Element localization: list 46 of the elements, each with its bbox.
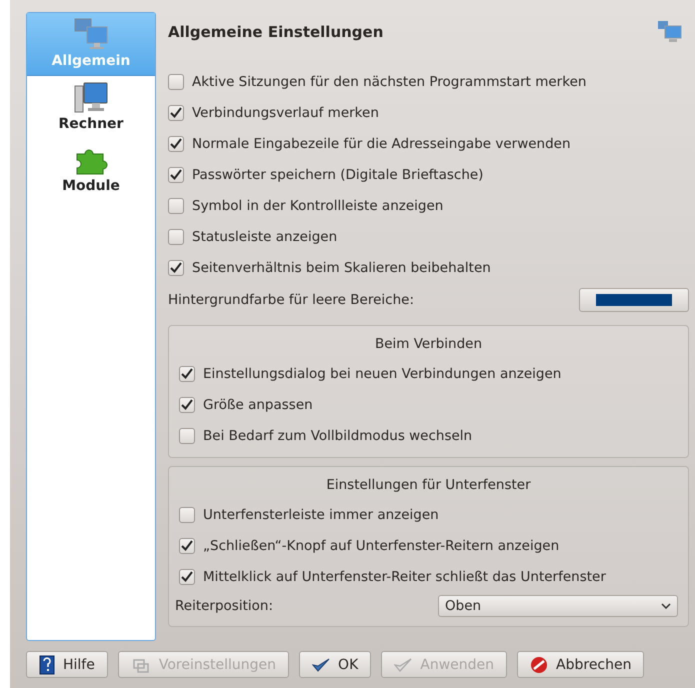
checkbox[interactable] (168, 136, 184, 152)
checkbox-label: Aktive Sitzungen für den nächsten Programmstart merken (192, 74, 586, 90)
checkbox[interactable] (168, 74, 184, 90)
checkbox[interactable] (179, 366, 195, 382)
checkbox[interactable] (168, 104, 184, 120)
checkbox[interactable] (179, 568, 195, 584)
checkmark-icon (394, 656, 412, 672)
checkbox-label: Seitenverhältnis beim Skalieren beibehalten (192, 260, 491, 276)
checkbox-label: Verbindungsverlauf merken (192, 104, 379, 120)
field-label: Reiterposition: (175, 598, 274, 614)
checkbox-label: Größe anpassen (203, 396, 313, 412)
network-icon (73, 17, 109, 51)
checkbox[interactable] (179, 396, 195, 412)
chevron-down-icon (661, 603, 671, 609)
checkbox[interactable] (168, 198, 184, 214)
dialog-button[interactable]: Hilfe (26, 651, 108, 678)
dialog-button[interactable]: OK (299, 651, 372, 678)
sidebar-item[interactable]: Rechner (27, 76, 155, 138)
checkbox-label: Bei Bedarf zum Vollbildmodus wechseln (203, 428, 472, 444)
checkbox[interactable] (168, 166, 184, 182)
computer-icon (73, 80, 109, 114)
network-icon (657, 20, 683, 44)
checkbox-label: Statusleiste anzeigen (192, 228, 338, 244)
checkbox-label: Einstellungsdialog bei neuen Verbindungen anzeigen (203, 366, 562, 382)
group-title: Einstellungen für Unterfenster (326, 477, 531, 493)
checkbox-label: Symbol in der Kontrollleiste anzeigen (192, 198, 444, 214)
checkbox-label: Normale Eingabezeile für die Adresseingabe verwenden (192, 136, 571, 152)
checkmark-icon (312, 656, 330, 672)
dropdown[interactable]: Oben (438, 595, 678, 617)
color-button[interactable] (579, 288, 689, 312)
help-book-icon (39, 654, 55, 674)
checkbox-label: Unterfensterleiste immer anzeigen (203, 506, 439, 522)
cancel-icon (530, 656, 548, 674)
checkbox[interactable] (179, 506, 195, 522)
checkbox-label: Mittelklick auf Unterfenster-Reiter schließt das Unterfenster (203, 568, 606, 584)
field-label: Hintergrundfarbe für leere Bereiche: (168, 292, 414, 308)
checkbox[interactable] (168, 260, 184, 276)
page-title: Allgemeine Einstellungen (168, 23, 384, 41)
checkbox[interactable] (179, 538, 195, 554)
sidebar-item[interactable]: Module (27, 138, 155, 200)
checkbox[interactable] (179, 428, 195, 444)
checkbox-label: „Schließen“-Knopf auf Unterfenster-Reitern anzeigen (203, 538, 560, 554)
dialog-button[interactable]: Abbrechen (517, 651, 644, 678)
checkbox[interactable] (168, 228, 184, 244)
checkbox-label: Passwörter speichern (Digitale Brieftasche) (192, 166, 484, 182)
group-title: Beim Verbinden (374, 336, 482, 352)
